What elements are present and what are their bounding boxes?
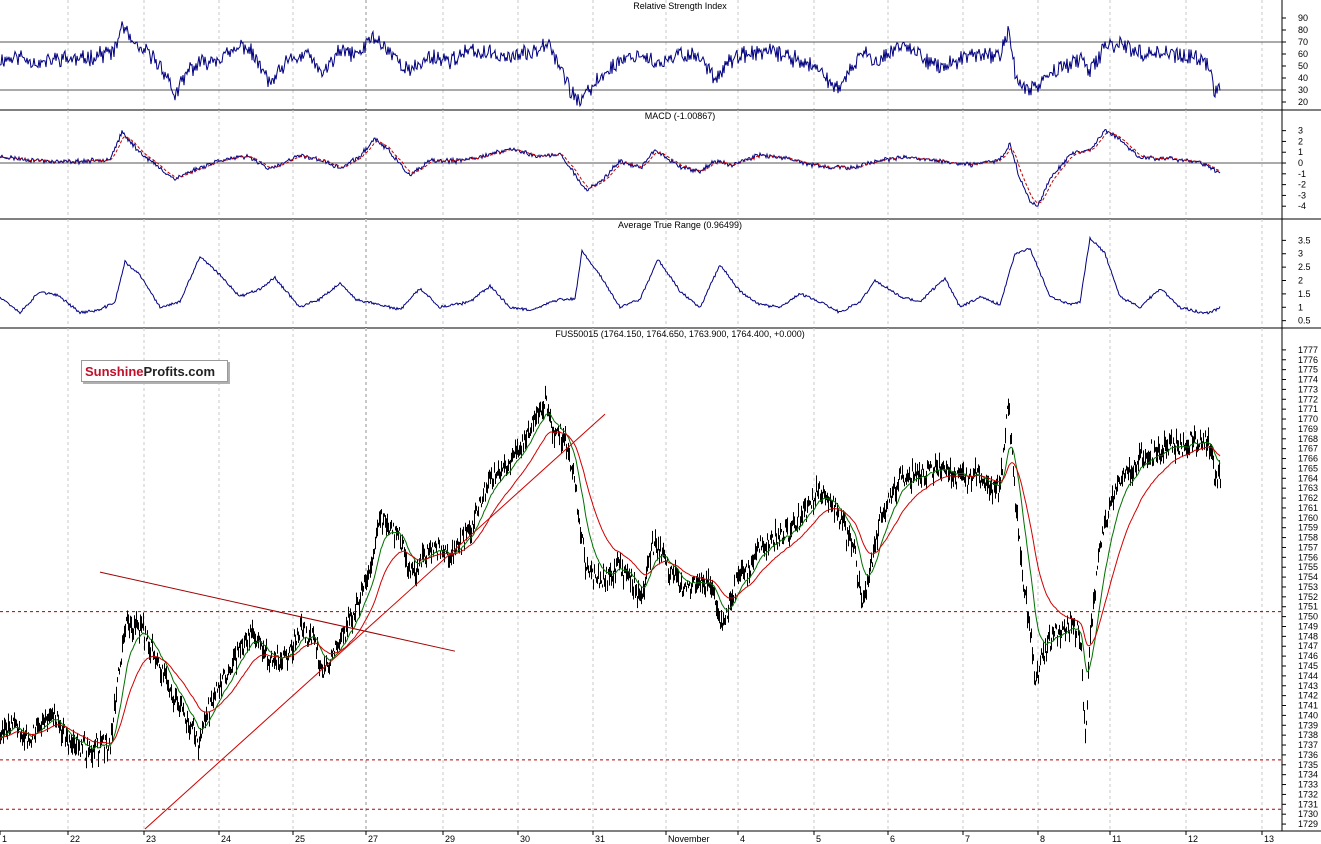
y-tick-label: 2 [1298,136,1303,146]
x-tick-label: 22 [70,834,80,844]
y-tick-label: 1.5 [1298,289,1311,299]
y-tick-label: 0.5 [1298,316,1311,326]
panel-title: Relative Strength Index [633,1,727,11]
y-tick-label: 30 [1298,85,1308,95]
y-tick-label: 1774 [1298,375,1318,385]
y-tick-label: 1763 [1298,483,1318,493]
y-tick-label: 1736 [1298,750,1318,760]
y-tick-label: 1758 [1298,533,1318,543]
x-tick-label: 11 [1112,834,1121,844]
y-tick-label: 3 [1298,249,1303,259]
y-tick-label: 1761 [1298,503,1318,513]
y-tick-label: 1733 [1298,780,1318,790]
x-tick-label: 8 [1040,834,1045,844]
y-tick-label: 1752 [1298,592,1318,602]
y-tick-label: 1744 [1298,671,1318,681]
panel-title: Average True Range (0.96499) [618,220,742,230]
y-tick-label: 2.5 [1298,262,1311,272]
y-tick-label: 1773 [1298,384,1318,394]
y-tick-label: 1737 [1298,740,1318,750]
y-tick-label: 2 [1298,276,1303,286]
x-tick-label: 23 [146,834,156,844]
background [0,0,1321,844]
y-tick-label: 1767 [1298,444,1318,454]
y-tick-label: -1 [1298,169,1306,179]
x-tick-label: 7 [965,834,970,844]
y-tick-label: 1754 [1298,572,1318,582]
x-tick-label: 6 [890,834,895,844]
panel-title: FUS50015 (1764.150, 1764.650, 1763.900, … [555,329,804,339]
x-tick-label: 30 [520,834,530,844]
y-tick-label: 70 [1298,37,1308,47]
y-tick-label: 1772 [1298,394,1318,404]
y-tick-label: -3 [1298,190,1306,200]
y-tick-label: 1746 [1298,651,1318,661]
y-tick-label: 1759 [1298,523,1318,533]
x-tick-label: 29 [445,834,455,844]
y-tick-label: 1751 [1298,602,1318,612]
y-tick-label: 1 [1298,147,1303,157]
y-tick-label: 1741 [1298,701,1318,711]
x-tick-label: 13 [1264,834,1274,844]
y-tick-label: 1760 [1298,513,1318,523]
y-tick-label: 1770 [1298,414,1318,424]
y-tick-label: 3 [1298,126,1303,136]
y-tick-label: 1745 [1298,661,1318,671]
y-tick-label: 1755 [1298,562,1318,572]
y-tick-label: 1731 [1298,799,1318,809]
y-tick-label: 1769 [1298,424,1318,434]
logo-part-profits: Profits.com [143,364,216,379]
y-tick-label: 40 [1298,73,1308,83]
y-tick-label: 1750 [1298,612,1318,622]
y-tick-label: 1734 [1298,770,1318,780]
x-tick-label: 12 [1188,834,1198,844]
y-tick-label: 1771 [1298,404,1318,414]
y-tick-label: -2 [1298,180,1306,190]
y-tick-label: 1757 [1298,542,1318,552]
x-tick-label: 5 [816,834,821,844]
y-tick-label: 1742 [1298,691,1318,701]
y-tick-label: 1743 [1298,681,1318,691]
x-tick-label: 1 [2,834,7,844]
y-tick-label: 50 [1298,61,1308,71]
x-tick-label: 27 [368,834,378,844]
y-tick-label: 1735 [1298,760,1318,770]
y-tick-label: 1765 [1298,463,1318,473]
y-tick-label: 1748 [1298,631,1318,641]
y-tick-label: 1729 [1298,819,1318,829]
y-tick-label: 1768 [1298,434,1318,444]
y-tick-label: 1776 [1298,355,1318,365]
y-tick-label: 1738 [1298,730,1318,740]
y-tick-label: 1739 [1298,720,1318,730]
y-tick-label: 1749 [1298,621,1318,631]
y-tick-label: 1740 [1298,710,1318,720]
y-tick-label: 3.5 [1298,235,1311,245]
y-tick-label: 80 [1298,25,1308,35]
y-tick-label: 1730 [1298,809,1318,819]
sunshine-profits-logo: SunshineProfits.com [81,360,228,382]
panel-title: MACD (-1.00867) [645,111,716,121]
y-tick-label: 0 [1298,158,1303,168]
y-tick-label: 1753 [1298,582,1318,592]
y-tick-label: 90 [1298,13,1308,23]
x-tick-label: 4 [740,834,745,844]
x-tick-label: 25 [295,834,305,844]
y-tick-label: 1766 [1298,454,1318,464]
y-tick-label: 1 [1298,302,1303,312]
x-tick-label: November [668,834,710,844]
y-tick-label: 1762 [1298,493,1318,503]
x-tick-label: 24 [221,834,231,844]
y-tick-label: 60 [1298,49,1308,59]
y-tick-label: 1732 [1298,789,1318,799]
y-tick-label: -4 [1298,201,1306,211]
logo-part-sunshine: Sunshine [85,364,144,379]
y-tick-label: 1775 [1298,365,1318,375]
y-tick-label: 1747 [1298,641,1318,651]
y-tick-label: 1756 [1298,552,1318,562]
chart-canvas: Relative Strength Index2030405060708090M… [0,0,1321,844]
x-tick-label: 31 [595,834,605,844]
y-tick-label: 1777 [1298,345,1318,355]
y-tick-label: 20 [1298,97,1308,107]
y-tick-label: 1764 [1298,473,1318,483]
